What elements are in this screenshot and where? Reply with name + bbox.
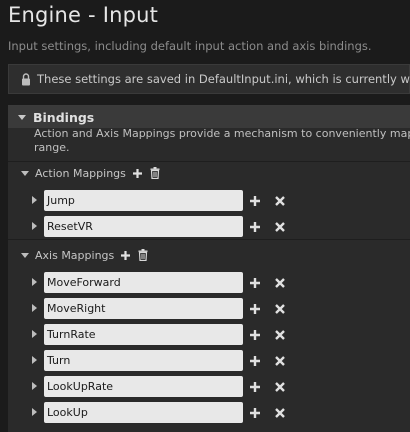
collapse-arrow-icon[interactable]	[18, 114, 26, 120]
x-icon[interactable]	[273, 193, 287, 207]
action-mappings-header[interactable]: Action Mappings	[8, 162, 410, 184]
expand-arrow-icon[interactable]	[32, 196, 37, 204]
plus-icon[interactable]	[248, 353, 262, 367]
plus-icon[interactable]	[248, 379, 262, 393]
x-icon[interactable]	[273, 405, 287, 419]
config-notice: These settings are saved in DefaultInput…	[8, 64, 410, 94]
x-icon[interactable]	[273, 219, 287, 233]
plus-icon[interactable]	[248, 219, 262, 233]
mapping-name-input[interactable]: Jump	[44, 190, 243, 211]
expand-arrow-icon[interactable]	[32, 408, 37, 416]
mapping-row: LookUp	[8, 400, 410, 426]
x-icon[interactable]	[273, 275, 287, 289]
mapping-name-input[interactable]: TurnRate	[44, 324, 243, 345]
x-icon[interactable]	[273, 301, 287, 315]
mapping-row: Turn	[8, 348, 410, 374]
mapping-row: MoveForward	[8, 270, 410, 296]
action-mappings-label: Action Mappings	[35, 166, 126, 180]
plus-icon[interactable]	[248, 193, 262, 207]
notice-text: These settings are saved in DefaultInput…	[37, 72, 410, 86]
plus-icon[interactable]	[120, 250, 131, 261]
mapping-row: LookUpRate	[8, 374, 410, 400]
mapping-row: MoveRight	[8, 296, 410, 322]
bindings-description: Action and Axis Mappings provide a mecha…	[34, 127, 410, 155]
plus-icon[interactable]	[132, 168, 143, 179]
page-subtitle: Input settings, including default input …	[8, 39, 372, 53]
plus-icon[interactable]	[248, 301, 262, 315]
plus-icon[interactable]	[248, 405, 262, 419]
mapping-name-input[interactable]: LookUp	[44, 402, 243, 423]
description-line: range.	[34, 141, 70, 154]
expand-arrow-icon[interactable]	[32, 382, 37, 390]
mapping-name-input[interactable]: LookUpRate	[44, 376, 243, 397]
mapping-name-input[interactable]: ResetVR	[44, 216, 243, 237]
page-title: Engine - Input	[8, 3, 159, 27]
axis-mappings-header[interactable]: Axis Mappings	[8, 244, 410, 266]
expand-arrow-icon[interactable]	[32, 356, 37, 364]
bindings-panel: Bindings Action and Axis Mappings provid…	[8, 105, 410, 432]
plus-icon[interactable]	[248, 327, 262, 341]
mapping-row: TurnRate	[8, 322, 410, 348]
plus-icon[interactable]	[248, 275, 262, 289]
x-icon[interactable]	[273, 379, 287, 393]
bindings-title: Bindings	[33, 109, 95, 125]
trash-icon[interactable]	[138, 249, 148, 261]
trash-icon[interactable]	[150, 167, 160, 179]
expand-arrow-icon[interactable]	[32, 278, 37, 286]
divider	[8, 239, 410, 240]
expand-arrow-icon[interactable]	[32, 330, 37, 338]
bindings-category-header[interactable]: Bindings	[8, 106, 410, 128]
x-icon[interactable]	[273, 327, 287, 341]
collapse-arrow-icon[interactable]	[21, 170, 29, 176]
description-line: Action and Axis Mappings provide a mecha…	[34, 127, 410, 140]
expand-arrow-icon[interactable]	[32, 304, 37, 312]
mapping-name-input[interactable]: MoveRight	[44, 298, 243, 319]
expand-arrow-icon[interactable]	[32, 222, 37, 230]
mapping-row: Jump	[8, 188, 410, 214]
collapse-arrow-icon[interactable]	[21, 252, 29, 258]
mapping-name-input[interactable]: Turn	[44, 350, 243, 371]
x-icon[interactable]	[273, 353, 287, 367]
input-settings-page: Engine - Input Input settings, including…	[0, 0, 410, 432]
lock-icon	[21, 72, 31, 86]
axis-mappings-label: Axis Mappings	[35, 248, 115, 262]
mapping-row: ResetVR	[8, 214, 410, 240]
mapping-name-input[interactable]: MoveForward	[44, 272, 243, 293]
